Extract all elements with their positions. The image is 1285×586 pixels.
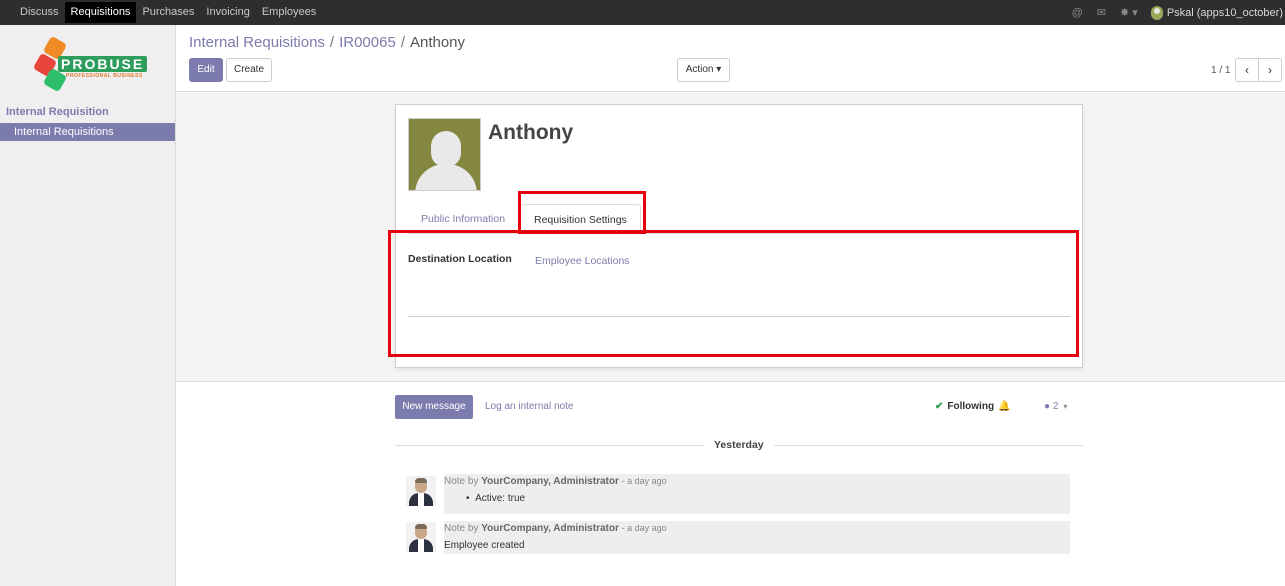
user-name: Pskal (apps10_october) [1166,6,1283,19]
message-prefix: Note by [444,523,479,534]
edit-button[interactable]: Edit [189,58,223,82]
menu-purchases[interactable]: Purchases [136,2,200,23]
employee-name: Anthony [488,121,574,144]
create-button[interactable]: Create [226,58,272,82]
message-item: Note by YourCompany, Administrator - a d… [444,474,1070,514]
breadcrumb: Internal Requisitions / IR00065 / Anthon… [189,34,465,51]
destination-location-value[interactable]: Employee Locations [535,255,630,267]
breadcrumb-current: Anthony [409,34,466,51]
bell-icon: 🔔 [998,401,1011,412]
avatar-placeholder-icon [415,164,477,190]
avatar-placeholder-head [431,131,461,167]
sidebar: PROBUSE PROFESSIONAL BUSINESS Internal R… [0,25,176,586]
tab-requisition-settings[interactable]: Requisition Settings [520,204,641,235]
pager-value: 1 / 1 [1211,65,1231,76]
message-author[interactable]: YourCompany, Administrator [481,523,619,534]
day-separator-label: Yesterday [704,439,774,451]
menu-discuss[interactable]: Discuss [14,2,65,23]
message-item: Note by YourCompany, Administrator - a d… [444,521,1070,554]
message-author[interactable]: YourCompany, Administrator [481,476,619,487]
action-label: Action [685,64,714,75]
top-navbar: Discuss Requisitions Purchases Invoicing… [0,0,1285,25]
message-prefix: Note by [444,476,479,487]
check-icon: ✔ [935,401,944,412]
chat-icon[interactable]: ✉ [1097,6,1106,19]
sidebar-item-internal-requisitions[interactable]: Internal Requisitions [0,123,175,141]
at-icon[interactable]: @ [1072,7,1083,19]
caret-down-icon: ▾ [716,64,722,75]
destination-location-label: Destination Location [408,253,512,265]
divider [408,316,1070,317]
log-internal-note-link[interactable]: Log an internal note [485,401,573,412]
debug-bug-icon[interactable]: ✸ ▾ [1120,6,1138,19]
logo-tagline: PROFESSIONAL BUSINESS [66,73,143,79]
followers-count: 2 [1052,401,1059,412]
following-label: Following [947,401,995,412]
tracking-value: • Active: true [466,493,526,504]
control-panel: Internal Requisitions / IR00065 / Anthon… [176,25,1285,92]
user-menu[interactable]: Pskal (apps10_october) [1150,5,1283,20]
message-header: Note by YourCompany, Administrator - a d… [444,476,667,487]
app-menu: Discuss Requisitions Purchases Invoicing… [0,0,322,25]
following-button[interactable]: ✔ Following 🔔 [935,401,1011,412]
avatar-hair [415,524,427,529]
message-date: - a day ago [621,523,667,533]
company-logo[interactable]: PROBUSE PROFESSIONAL BUSINESS [32,35,148,93]
menu-employees[interactable]: Employees [256,2,322,23]
users-icon: ● [1044,401,1051,412]
message-date: - a day ago [621,476,667,486]
form-sheet: Anthony Public Information Requisition S… [395,104,1083,368]
notebook-tabs: Public Information Requisition Settings [408,204,1072,235]
action-dropdown-button[interactable]: Action ▾ [677,58,730,82]
breadcrumb-internal-requisitions[interactable]: Internal Requisitions [189,34,325,51]
author-avatar[interactable] [406,476,436,506]
new-message-button[interactable]: New message [395,395,473,419]
message-body: Employee created [444,540,525,551]
caret-down-icon: ▾ [1063,402,1068,411]
menu-requisitions[interactable]: Requisitions [64,2,137,23]
tab-public-information[interactable]: Public Information [408,204,518,234]
systray: @ ✉ ✸ ▾ Pskal (apps10_october) [1065,0,1285,25]
avatar-hair [415,478,427,483]
breadcrumb-separator: / [329,34,335,51]
pager-previous-button[interactable]: ‹ [1235,58,1259,82]
avatar-shirt [418,539,424,552]
menu-invoicing[interactable]: Invoicing [200,2,255,23]
author-avatar[interactable] [406,522,436,552]
user-avatar [1150,5,1163,20]
tracking-text: Active: true [475,493,526,504]
breadcrumb-ir00065[interactable]: IR00065 [339,34,396,51]
avatar-shirt [418,493,424,506]
message-header: Note by YourCompany, Administrator - a d… [444,523,667,534]
pager-next-button[interactable]: › [1258,58,1282,82]
employee-photo[interactable] [408,118,481,191]
breadcrumb-separator: / [400,34,405,51]
logo-wordmark: PROBUSE [58,56,148,72]
sidebar-section-internal-requisition: Internal Requisition [6,106,109,118]
followers-dropdown[interactable]: ● 2 ▾ [1044,401,1067,412]
